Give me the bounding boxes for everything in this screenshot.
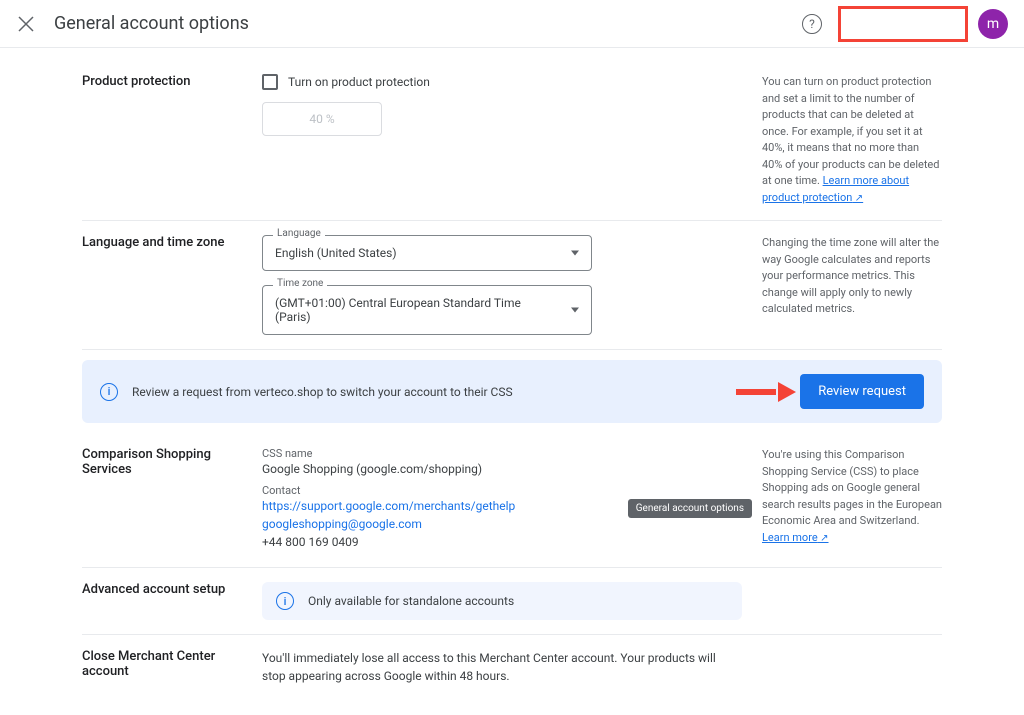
css-name-label: CSS name xyxy=(262,447,742,460)
page-header: General account options ? m xyxy=(0,0,1024,48)
banner-text: Review a request from verteco.shop to sw… xyxy=(132,385,736,399)
section-product-protection: Product protection Turn on product prote… xyxy=(82,60,942,221)
checkbox-row: Turn on product protection xyxy=(262,74,742,90)
timezone-select[interactable]: Time zone (GMT+01:00) Central European S… xyxy=(262,285,592,335)
close-icon[interactable] xyxy=(16,14,36,34)
section-side: You're using this Comparison Shopping Se… xyxy=(762,447,942,553)
section-label: Comparison Shopping Services xyxy=(82,447,262,553)
section-label: Product protection xyxy=(82,74,262,206)
section-language-timezone: Language and time zone Language English … xyxy=(82,221,942,350)
content-area: Product protection Turn on product prote… xyxy=(82,48,942,715)
section-label: Language and time zone xyxy=(82,235,262,335)
section-main: Language English (United States) Time zo… xyxy=(262,235,762,335)
section-css: Comparison Shopping Services CSS name Go… xyxy=(82,433,942,568)
section-side xyxy=(762,582,942,620)
contact-phone: +44 800 169 0409 xyxy=(262,535,742,549)
section-label: Close Merchant Center account xyxy=(82,649,262,689)
tooltip: General account options xyxy=(628,499,752,518)
field-label: Language xyxy=(273,228,325,239)
contact-label: Contact xyxy=(262,484,742,497)
contact-email-link[interactable]: googleshopping@google.com xyxy=(262,517,742,531)
side-text: Changing the time zone will alter the wa… xyxy=(762,236,939,315)
review-request-banner: i Review a request from verteco.shop to … xyxy=(82,360,942,423)
section-advanced-setup: Advanced account setup i Only available … xyxy=(82,568,942,635)
field-label: Time zone xyxy=(273,278,327,289)
page-title: General account options xyxy=(54,13,802,34)
info-banner: i Only available for standalone accounts xyxy=(262,582,742,620)
section-main: Turn on product protection 40 % xyxy=(262,74,762,206)
chevron-down-icon xyxy=(571,308,579,313)
percent-input-disabled: 40 % xyxy=(262,102,382,136)
section-label: Advanced account setup xyxy=(82,582,262,620)
review-request-button[interactable]: Review request xyxy=(800,374,924,409)
select-value: (GMT+01:00) Central European Standard Ti… xyxy=(275,296,555,324)
close-account-text: You'll immediately lose all access to th… xyxy=(262,649,742,685)
avatar[interactable]: m xyxy=(978,9,1008,39)
learn-more-link[interactable]: Learn more xyxy=(762,531,829,544)
section-main: You'll immediately lose all access to th… xyxy=(262,649,762,689)
chevron-down-icon xyxy=(571,251,579,256)
help-icon[interactable]: ? xyxy=(802,14,822,34)
banner-text: Only available for standalone accounts xyxy=(308,594,728,608)
side-text: You can turn on product protection and s… xyxy=(762,75,939,187)
section-side: Changing the time zone will alter the wa… xyxy=(762,235,942,335)
section-main: i Only available for standalone accounts xyxy=(262,582,762,620)
annotation-highlight-box xyxy=(838,6,968,42)
side-text: You're using this Comparison Shopping Se… xyxy=(762,448,942,527)
select-value: English (United States) xyxy=(275,246,555,260)
language-select[interactable]: Language English (United States) xyxy=(262,235,592,271)
section-close-account: Close Merchant Center account You'll imm… xyxy=(82,635,942,703)
annotation-arrow xyxy=(736,382,796,402)
css-name-value: Google Shopping (google.com/shopping) xyxy=(262,462,742,476)
checkbox-label: Turn on product protection xyxy=(288,75,430,89)
section-side: You can turn on product protection and s… xyxy=(762,74,942,206)
section-side xyxy=(762,649,942,689)
info-icon: i xyxy=(276,592,294,610)
info-icon: i xyxy=(100,383,118,401)
product-protection-checkbox[interactable] xyxy=(262,74,278,90)
